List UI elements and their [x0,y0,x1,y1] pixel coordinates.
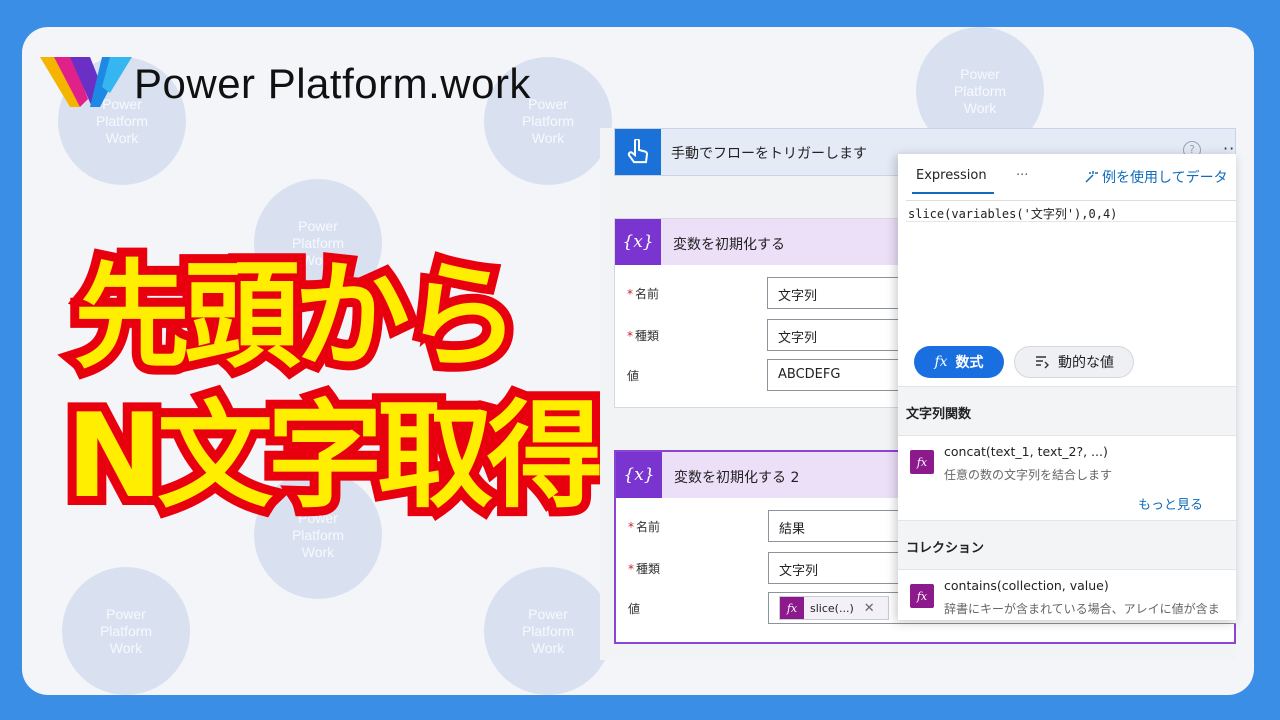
function-item-concat[interactable]: fx concat(text_1, text_2?, ...) 任意の数の文字列… [898,436,1236,494]
field-label: 値 [627,369,640,383]
variable-icon: {x} [615,219,661,265]
expression-panel: Expression ··· 例を使用してデータ slice(variables… [898,154,1236,620]
required-mark: * [628,520,634,534]
required-mark: * [627,287,633,301]
field-label: 値 [628,602,641,616]
section-title: コレクション [906,541,985,556]
section-title: 文字列関数 [906,407,972,422]
watermark-text: Power Platform Work [521,605,575,656]
action-title: 変数を初期化する [673,237,785,253]
active-tab-indicator [912,192,994,194]
headline-line-2: N文字取得 [57,386,612,528]
dynamic-content-icon [1036,356,1049,369]
watermark-circle: Power Platform Work [484,567,612,695]
expression-text[interactable]: slice(variables('文字列'),0,4) [908,205,1117,222]
tab-more-icon[interactable]: ··· [1016,168,1028,183]
function-description: 辞書にキーが含まれている場合、アレイに値が含ま [944,602,1220,616]
field-label: * 名前 [627,287,660,301]
function-name: concat(text_1, text_2?, ...) [944,444,1108,459]
action-title: 変数を初期化する 2 [674,470,800,486]
power-platform-logo-icon [40,57,132,107]
function-icon: fx [910,450,934,474]
formula-button[interactable]: fx 数式 [914,346,1004,378]
dynamic-value-button[interactable]: 動的な値 [1014,346,1134,378]
touch-icon [615,129,661,175]
remove-token-icon[interactable]: ✕ [864,601,875,616]
fx-icon: fx [934,354,948,370]
watermark-circle: Power Platform Work [62,567,190,695]
function-icon: fx [780,597,804,619]
field-label: * 種類 [628,562,661,576]
function-name: contains(collection, value) [944,578,1109,593]
collection-section: コレクション [898,520,1236,570]
watermark-text: Power Platform Work [953,65,1007,116]
see-more-link[interactable]: もっと見る [1138,494,1203,513]
function-description: 任意の数の文字列を結合します [944,468,1113,482]
function-item-contains[interactable]: fx contains(collection, value) 辞書にキーが含まれ… [898,570,1236,620]
token-label: slice(...) [810,601,854,615]
variable-icon: {x} [616,452,662,498]
expression-editor[interactable]: slice(variables('文字列'),0,4) [906,200,1236,328]
required-mark: * [628,562,634,576]
function-icon: fx [910,584,934,608]
panel-tabs: Expression ··· 例を使用してデータ [898,154,1236,200]
sparkle-icon [1085,171,1098,183]
brand-name: Power Platform.work [134,60,531,107]
string-functions-section: 文字列関数 [898,386,1236,436]
required-mark: * [627,329,633,343]
field-label: * 名前 [628,520,661,534]
expression-token[interactable]: fx slice(...) ✕ [779,596,889,620]
field-label: * 種類 [627,329,660,343]
editor-line [906,221,1236,222]
headline-line-1: 先頭から [65,246,529,388]
use-example-link[interactable]: 例を使用してデータ [1084,167,1228,187]
tab-expression[interactable]: Expression [916,168,987,183]
trigger-title: 手動でフローをトリガーします [671,146,867,162]
watermark-text: Power Platform Work [99,605,153,656]
